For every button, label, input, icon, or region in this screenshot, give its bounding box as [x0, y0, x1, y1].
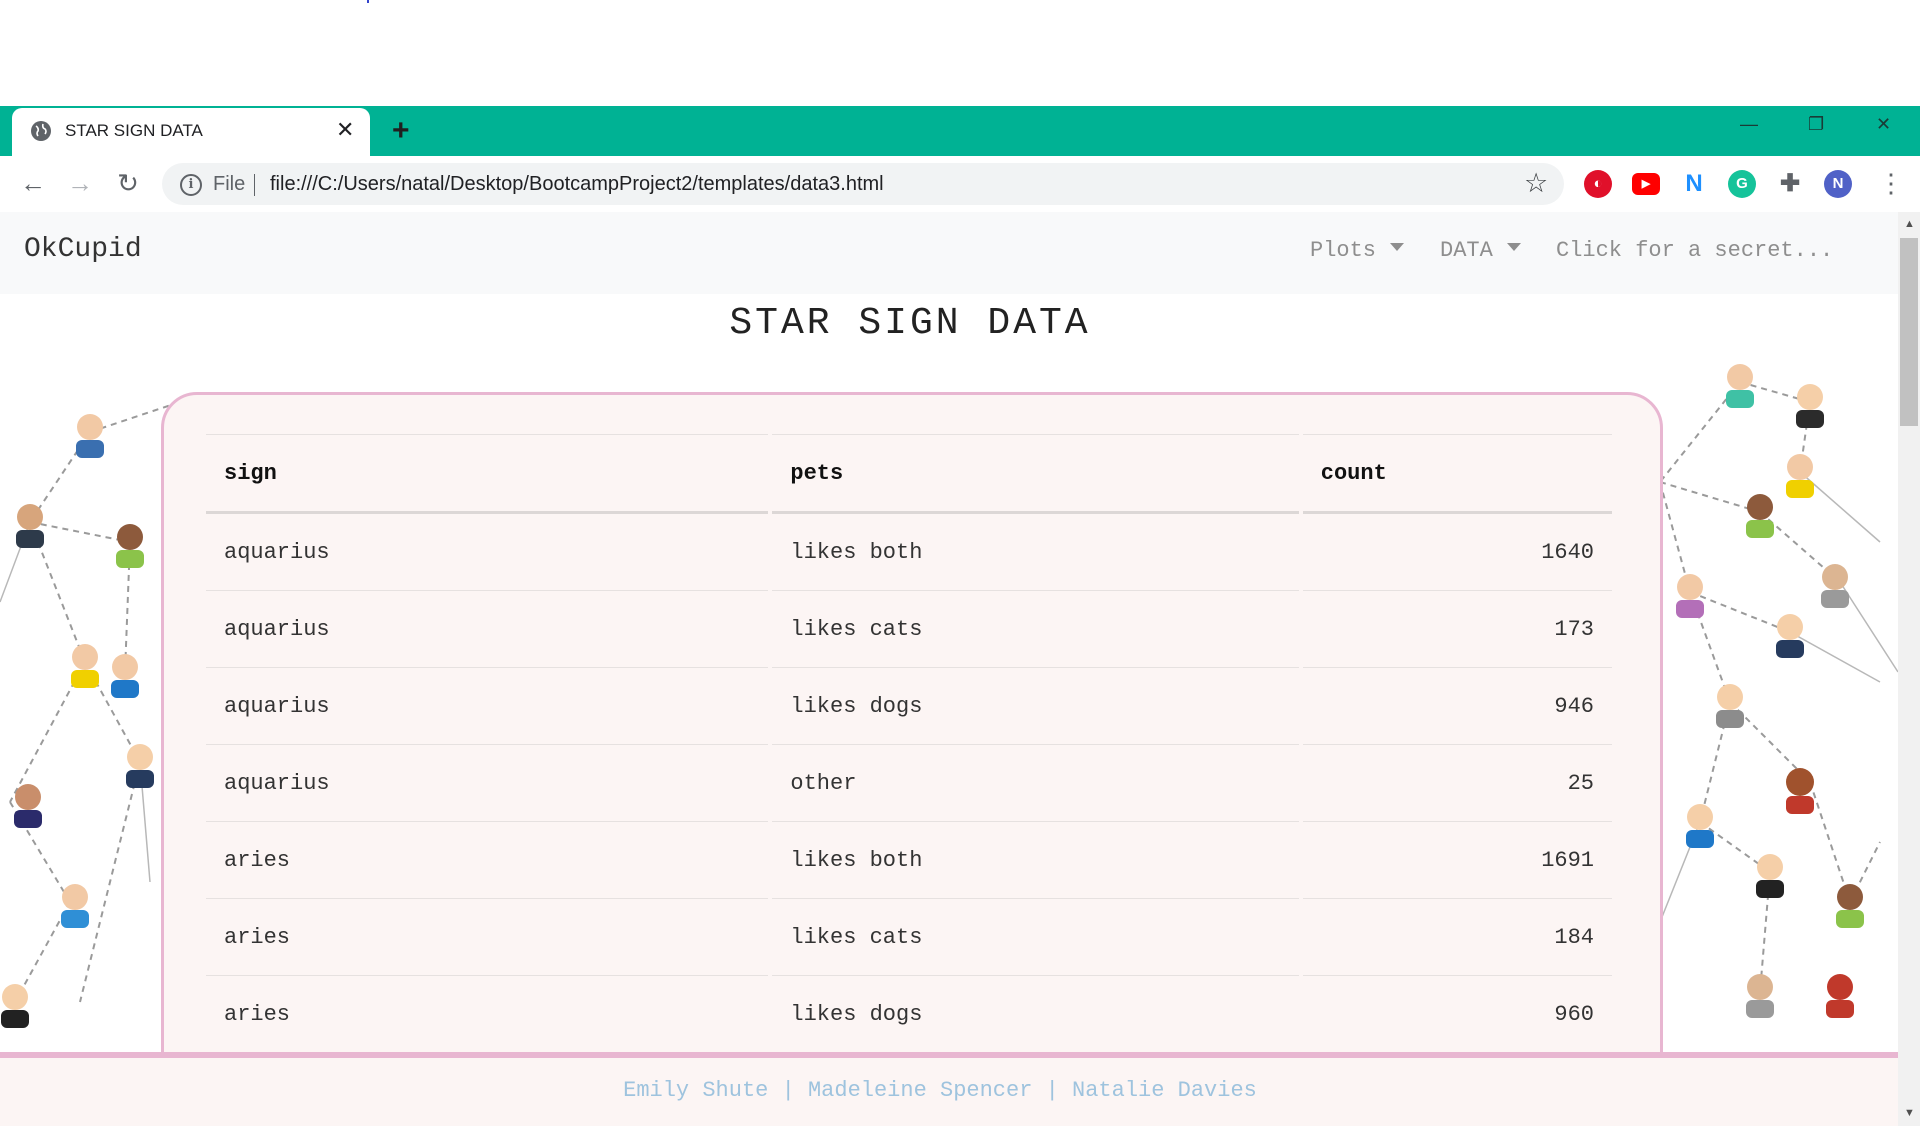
- cell-count: 184: [1302, 899, 1612, 976]
- cell-sign: aquarius: [206, 668, 769, 745]
- cell-sign: aquarius: [206, 591, 769, 668]
- footer-separator: |: [1045, 1078, 1059, 1103]
- bookmark-star-icon[interactable]: ☆: [1524, 168, 1548, 198]
- table-row: aquarius likes cats 173: [206, 591, 1612, 668]
- page-title: STAR SIGN DATA: [729, 302, 1091, 345]
- nav-secret-link[interactable]: Click for a secret...: [1556, 238, 1833, 263]
- minimize-icon[interactable]: —: [1740, 112, 1758, 136]
- info-icon[interactable]: i: [180, 174, 202, 196]
- address-separator: [254, 174, 255, 196]
- restore-icon[interactable]: ❐: [1808, 112, 1824, 136]
- cell-count: 25: [1302, 745, 1612, 822]
- nav-plots-dropdown[interactable]: Plots: [1310, 238, 1405, 263]
- caret-down-icon: [1390, 243, 1405, 252]
- table-row: aries likes both 1691: [206, 822, 1612, 899]
- cell-sign: aries: [206, 976, 769, 1053]
- nav-data-label: DATA: [1440, 238, 1493, 263]
- column-header-sign[interactable]: sign: [206, 434, 769, 514]
- desktop-strip: [0, 0, 1920, 106]
- puzzle-icon[interactable]: ✚: [1776, 170, 1804, 198]
- cell-pets: other: [772, 745, 1299, 822]
- nav-data-dropdown[interactable]: DATA: [1440, 238, 1521, 263]
- caret-down-icon: [1506, 243, 1521, 252]
- cell-count: 946: [1302, 668, 1612, 745]
- table-row: aries likes dogs 960: [206, 976, 1612, 1053]
- scroll-up-arrow-icon[interactable]: ▲: [1904, 218, 1915, 230]
- table-header-row: sign pets count: [206, 434, 1612, 514]
- youtube-icon[interactable]: ▶: [1632, 173, 1660, 195]
- footer-name-link[interactable]: Natalie Davies: [1072, 1078, 1257, 1103]
- cell-pets: likes both: [772, 514, 1299, 591]
- menu-kebab-icon[interactable]: ⋮: [1878, 168, 1904, 198]
- page-viewport: OkCupid Plots DATA Click for a secret...…: [0, 212, 1898, 1126]
- new-tab-icon[interactable]: +: [392, 113, 410, 149]
- cell-sign: aries: [206, 899, 769, 976]
- forward-arrow-icon[interactable]: →: [63, 166, 97, 200]
- profile-avatar[interactable]: N: [1824, 170, 1852, 198]
- scheme-label: File: [213, 173, 246, 195]
- table-row: aquarius likes both 1640: [206, 514, 1612, 591]
- url-text[interactable]: file:///C:/Users/natal/Desktop/BootcampP…: [270, 173, 884, 196]
- cell-pets: likes both: [772, 822, 1299, 899]
- desktop-dot: [367, 0, 369, 3]
- tab-title: STAR SIGN DATA: [65, 121, 203, 140]
- cell-count: 960: [1302, 976, 1612, 1053]
- cell-pets: likes cats: [772, 591, 1299, 668]
- brand-logo[interactable]: OkCupid: [24, 234, 142, 265]
- table-row: aquarius likes dogs 946: [206, 668, 1612, 745]
- scroll-down-arrow-icon[interactable]: ▼: [1904, 1107, 1915, 1119]
- back-arrow-icon[interactable]: ←: [16, 166, 50, 200]
- cell-count: 173: [1302, 591, 1612, 668]
- column-header-count[interactable]: count: [1302, 434, 1612, 514]
- data-table: sign pets count aquarius likes both 1640…: [202, 434, 1616, 1053]
- footer-name-link[interactable]: Emily Shute: [623, 1078, 768, 1103]
- footer-name-link[interactable]: Madeleine Spencer: [808, 1078, 1032, 1103]
- reload-icon[interactable]: ↻: [111, 166, 145, 200]
- cell-count: 1691: [1302, 822, 1612, 899]
- tab-close-icon[interactable]: ✕: [336, 118, 354, 142]
- cell-sign: aquarius: [206, 745, 769, 822]
- window-close-icon[interactable]: ✕: [1876, 112, 1891, 136]
- footer-credits: Emily Shute | Madeleine Spencer | Natali…: [0, 1078, 1880, 1103]
- globe-icon: [31, 121, 51, 141]
- cell-pets: likes dogs: [772, 668, 1299, 745]
- grammarly-icon[interactable]: G: [1728, 170, 1756, 198]
- footer-separator: |: [781, 1078, 795, 1103]
- column-header-pets[interactable]: pets: [772, 434, 1299, 514]
- cell-pets: likes dogs: [772, 976, 1299, 1053]
- cell-sign: aquarius: [206, 514, 769, 591]
- cell-pets: likes cats: [772, 899, 1299, 976]
- cell-sign: aries: [206, 822, 769, 899]
- n-extension-icon[interactable]: N: [1680, 170, 1708, 198]
- table-row: aquarius other 25: [206, 745, 1612, 822]
- scrollbar-thumb[interactable]: [1900, 238, 1918, 426]
- nav-plots-label: Plots: [1310, 238, 1377, 263]
- opera-icon[interactable]: ◐: [1584, 170, 1612, 198]
- cell-count: 1640: [1302, 514, 1612, 591]
- table-row: aries likes cats 184: [206, 899, 1612, 976]
